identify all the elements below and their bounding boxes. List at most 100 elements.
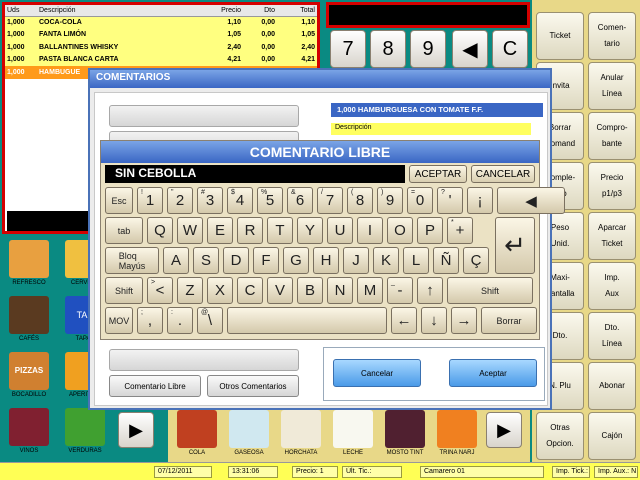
key-key[interactable]: ← — [391, 307, 417, 334]
function-button-otras-opcion[interactable]: Otras Opcion. — [536, 412, 584, 460]
table-row[interactable]: 1,000 FANTA LIMÓN 1,05 0,00 1,05 — [5, 28, 317, 41]
key-p[interactable]: P — [417, 217, 443, 244]
key-e[interactable]: E — [207, 217, 233, 244]
key-bloq-may-s[interactable]: Bloq Mayús — [105, 247, 159, 274]
function-button-ticket[interactable]: Ticket — [536, 12, 584, 60]
key-shift[interactable]: Shift — [447, 277, 533, 304]
key-key[interactable]: _ - — [387, 277, 413, 304]
key-key[interactable]: * + — [447, 217, 473, 244]
key-o[interactable]: O — [387, 217, 413, 244]
key-0[interactable]: = 0 — [407, 187, 433, 214]
key-u[interactable]: U — [327, 217, 353, 244]
key-key[interactable]: @ \ — [197, 307, 223, 334]
key-k[interactable]: K — [373, 247, 399, 274]
comment-field-bottom[interactable] — [109, 349, 299, 371]
function-button-aparcar-ticket[interactable]: Aparcar Ticket — [588, 212, 636, 260]
category-vinos[interactable]: VINOS — [4, 406, 54, 460]
key-mov[interactable]: MOV — [105, 307, 133, 334]
key-a[interactable]: A — [163, 247, 189, 274]
numpad-backspace-button[interactable]: ◀ — [452, 30, 488, 68]
key-borrar[interactable]: Borrar — [481, 307, 537, 334]
table-row[interactable]: 1,000 COCA-COLA 1,10 0,00 1,10 — [5, 16, 317, 29]
category-next-button[interactable]: ▶ — [118, 412, 154, 448]
key-esc[interactable]: Esc — [105, 187, 133, 214]
key-s[interactable]: S — [193, 247, 219, 274]
table-row[interactable]: 1,000 PASTA BLANCA CARTA 4,21 0,00 4,21 — [5, 53, 317, 66]
key-f[interactable]: F — [253, 247, 279, 274]
key-key[interactable]: Ñ — [433, 247, 459, 274]
key-q[interactable]: Q — [147, 217, 173, 244]
key-tab[interactable]: tab — [105, 217, 143, 244]
key-6[interactable]: & 6 — [287, 187, 313, 214]
product-mosto-tint[interactable]: MOSTO TINT — [380, 408, 430, 462]
key-m[interactable]: M — [357, 277, 383, 304]
key-n[interactable]: N — [327, 277, 353, 304]
dialog-accept-button[interactable]: Aceptar — [449, 359, 537, 387]
key-key[interactable]: ¡ — [467, 187, 493, 214]
product-horchata[interactable]: HORCHATA — [276, 408, 326, 462]
function-button-imp-aux[interactable]: Imp. Aux — [588, 262, 636, 310]
key-t[interactable]: T — [267, 217, 293, 244]
keyboard-accept-button[interactable]: ACEPTAR — [409, 165, 467, 183]
key-h[interactable]: H — [313, 247, 339, 274]
key-key[interactable]: ;, — [137, 307, 163, 334]
category-refresco[interactable]: REFRESCO — [4, 238, 54, 292]
key-2[interactable]: " 2 — [167, 187, 193, 214]
key-l[interactable]: L — [403, 247, 429, 274]
comment-input[interactable]: SIN CEBOLLA — [105, 165, 405, 183]
comentario-libre-button[interactable]: Comentario Libre — [109, 375, 201, 397]
key-key[interactable]: ? ' — [437, 187, 463, 214]
key-r[interactable]: R — [237, 217, 263, 244]
function-button-abonar[interactable]: Abonar — [588, 362, 636, 410]
key-key[interactable]: Ç — [463, 247, 489, 274]
category-verduras[interactable]: VERDURAS — [60, 406, 110, 460]
function-button-compro-bante[interactable]: Compro-bante — [588, 112, 636, 160]
key-4[interactable]: $4 — [227, 187, 253, 214]
key-c[interactable]: C — [237, 277, 263, 304]
product-cola[interactable]: COLA — [172, 408, 222, 462]
key-key[interactable]: ↑ — [417, 277, 443, 304]
key-shift[interactable]: Shift — [105, 277, 143, 304]
category-caf-s[interactable]: CAFÉS — [4, 294, 54, 348]
key-5[interactable]: % 5 — [257, 187, 283, 214]
key-9[interactable]: ) 9 — [377, 187, 403, 214]
function-button-caj-n[interactable]: Cajón — [588, 412, 636, 460]
dialog-cancel-button[interactable]: Cancelar — [333, 359, 421, 387]
key-8[interactable]: (8 — [347, 187, 373, 214]
key-key[interactable]: ↓ — [421, 307, 447, 334]
key-d[interactable]: D — [223, 247, 249, 274]
product-trina-narj[interactable]: TRINA NARJ — [432, 408, 482, 462]
numpad-key-9[interactable]: 9 — [410, 30, 446, 68]
key-w[interactable]: W — [177, 217, 203, 244]
key-i[interactable]: I — [357, 217, 383, 244]
product-next-button[interactable]: ▶ — [486, 412, 522, 448]
table-row[interactable]: 1,000 BALLANTINES WHISKY 2,40 0,00 2,40 — [5, 41, 317, 54]
key-z[interactable]: Z — [177, 277, 203, 304]
key-space[interactable] — [227, 307, 387, 334]
enter-key[interactable]: ↵ — [495, 217, 535, 274]
key-y[interactable]: Y — [297, 217, 323, 244]
keyboard-cancel-button[interactable]: CANCELAR — [471, 165, 535, 183]
function-button-dto-l-nea[interactable]: Dto. Línea — [588, 312, 636, 360]
key-7[interactable]: /7 — [317, 187, 343, 214]
numpad-key-8[interactable]: 8 — [370, 30, 406, 68]
product-leche[interactable]: LECHE — [328, 408, 378, 462]
key-key[interactable]: ◀ — [497, 187, 565, 214]
numpad-key-7[interactable]: 7 — [330, 30, 366, 68]
key-key[interactable]: :. — [167, 307, 193, 334]
key-v[interactable]: V — [267, 277, 293, 304]
key-j[interactable]: J — [343, 247, 369, 274]
otros-comentarios-button[interactable]: Otros Comentarios — [207, 375, 299, 397]
category-bocadillo[interactable]: PIZZAS BOCADILLO — [4, 350, 54, 404]
function-button-anular-l-nea[interactable]: Anular Línea — [588, 62, 636, 110]
function-button-comen-tario[interactable]: Comen-tario — [588, 12, 636, 60]
numpad-clear-button[interactable]: C — [492, 30, 528, 68]
comment-field-1[interactable] — [109, 105, 299, 127]
key-1[interactable]: ! 1 — [137, 187, 163, 214]
key-3[interactable]: #3 — [197, 187, 223, 214]
function-button-precio-p1-p3[interactable]: Precio p1/p3 — [588, 162, 636, 210]
key-x[interactable]: X — [207, 277, 233, 304]
key-b[interactable]: B — [297, 277, 323, 304]
product-gaseosa[interactable]: GASEOSA — [224, 408, 274, 462]
key-key[interactable]: > < — [147, 277, 173, 304]
